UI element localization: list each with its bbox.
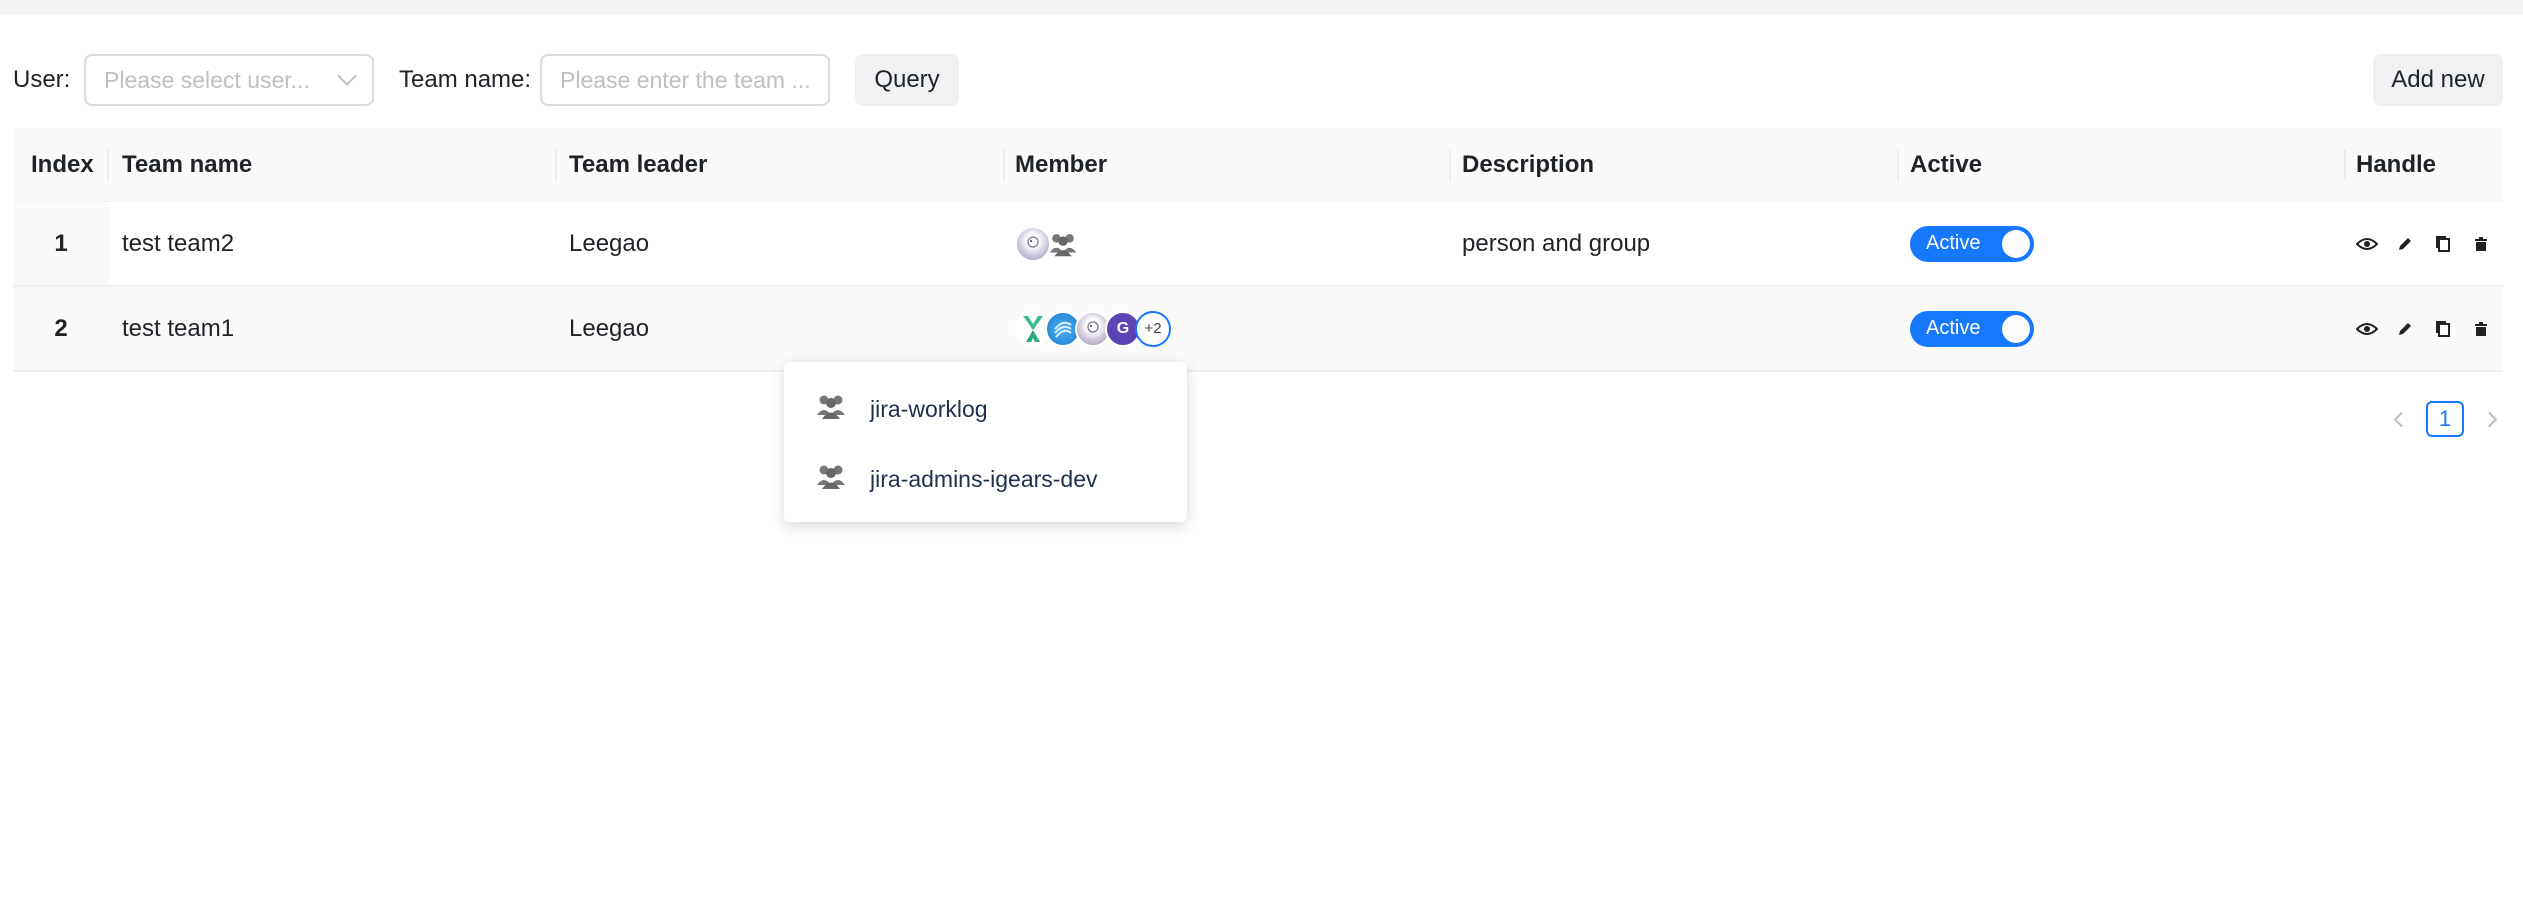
popover-item-jira-admins-igears-dev[interactable]: jira-admins-igears-dev [784, 444, 1187, 514]
chevron-down-icon [337, 66, 357, 86]
column-header-team-name: Team name [122, 150, 253, 178]
user-select[interactable]: Please select user... [84, 54, 374, 106]
prev-page-icon[interactable] [2390, 408, 2412, 430]
row-team-name: test team1 [122, 314, 235, 342]
page-1[interactable]: 1 [2426, 401, 2464, 437]
edit-icon[interactable] [2394, 233, 2416, 255]
add-new-button[interactable]: Add new [2373, 54, 2503, 106]
row-team-leader: Leegao [569, 229, 650, 257]
next-page-icon[interactable] [2478, 408, 2500, 430]
row-description: person and group [1462, 229, 1651, 257]
row-active: Active [1910, 287, 2034, 370]
table-header: Index Team name Team leader Member Descr… [13, 128, 2503, 202]
team-filter-label: Team name: [399, 66, 532, 93]
row-active: Active [1910, 202, 2034, 285]
popover-item-jira-worklog[interactable]: jira-worklog [784, 374, 1187, 444]
pagination: 1 [2390, 401, 2500, 437]
toggle-label: Active [1926, 317, 1981, 339]
team-name-input[interactable] [540, 54, 830, 106]
row-handle [2356, 287, 2492, 370]
row-team-leader: Leegao [569, 314, 650, 342]
column-header-handle: Handle [2356, 150, 2437, 178]
popover-item-label: jira-admins-igears-dev [870, 465, 1098, 492]
row-handle [2356, 202, 2492, 285]
row-members: G +2 [1015, 287, 1171, 370]
team-name-label: Team name [399, 66, 525, 93]
edit-icon[interactable] [2394, 318, 2416, 340]
view-icon[interactable] [2356, 233, 2378, 255]
group-icon [814, 461, 848, 497]
more-members-badge[interactable]: +2 [1135, 310, 1171, 347]
view-icon[interactable] [2356, 318, 2378, 340]
top-bar [0, 0, 2523, 15]
table-row: 2 test team1 Leegao G +2 Active [13, 287, 2503, 372]
user-select-placeholder: Please select user... [104, 66, 310, 93]
column-header-team-leader: Team leader [569, 150, 708, 178]
row-index: 1 [54, 229, 68, 257]
popover-item-label: jira-worklog [870, 395, 988, 422]
row-index: 2 [54, 314, 68, 342]
column-header-index: Index [31, 150, 94, 178]
table-row: 1 test team2 Leegao person and group Act… [13, 202, 2503, 287]
column-header-member: Member [1015, 150, 1108, 178]
query-button[interactable]: Query [855, 54, 959, 106]
members-popover: jira-worklog jira-admins-igears-dev [784, 362, 1187, 522]
teams-table: Index Team name Team leader Member Descr… [13, 128, 2503, 372]
column-header-active: Active [1910, 150, 1983, 178]
toggle-label: Active [1926, 232, 1981, 254]
group-icon [814, 391, 848, 427]
delete-icon[interactable] [2470, 318, 2492, 340]
user-label: User [13, 66, 64, 93]
group-icon[interactable] [1045, 226, 1081, 262]
delete-icon[interactable] [2470, 233, 2492, 255]
column-header-description: Description [1462, 150, 1595, 178]
copy-icon[interactable] [2432, 233, 2454, 255]
copy-icon[interactable] [2432, 318, 2454, 340]
row-members [1015, 202, 1077, 285]
user-filter-label: User: [13, 66, 71, 93]
row-team-name: test team2 [122, 229, 235, 257]
active-toggle[interactable]: Active [1910, 225, 2034, 262]
active-toggle[interactable]: Active [1910, 310, 2034, 347]
